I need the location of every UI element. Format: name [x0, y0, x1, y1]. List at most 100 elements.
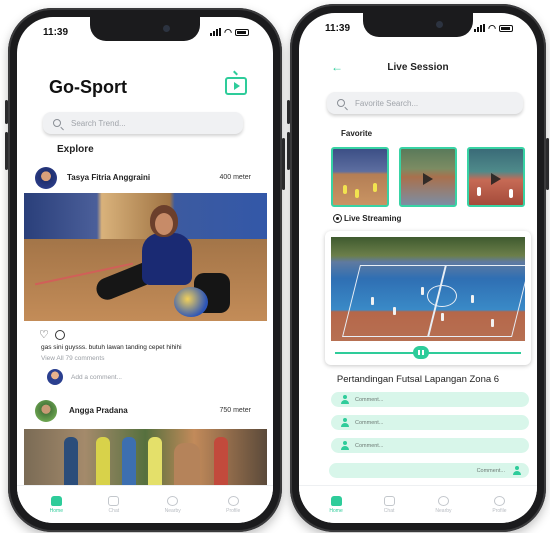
volume-down-button [5, 132, 8, 170]
favorite-thumbnail[interactable] [399, 147, 457, 207]
search-input[interactable]: Favorite Search... [327, 92, 523, 114]
comment-text: Comment... [476, 467, 505, 474]
add-comment-placeholder: Add a comment... [71, 373, 122, 381]
play-icon [491, 173, 501, 185]
favorite-label: Favorite [341, 129, 373, 138]
user-icon [341, 441, 349, 450]
profile-icon [493, 495, 505, 506]
tab-label: Nearby [164, 507, 181, 514]
tab-nearby[interactable]: Nearby [435, 495, 452, 514]
left-screen: 11:39 ◠ Go-Sport Search Trend... Explore… [17, 17, 273, 523]
live-streaming-label: Live Streaming [333, 214, 401, 223]
tab-label: Profile [226, 507, 241, 514]
tab-home[interactable]: Home [49, 495, 63, 514]
screen-title: Live Session [387, 62, 449, 73]
tab-label: Nearby [435, 507, 452, 514]
live-video-player[interactable] [331, 237, 525, 341]
battery-icon [235, 28, 249, 36]
tab-label: Chat [108, 507, 120, 514]
notch [90, 17, 200, 41]
search-icon [337, 99, 345, 107]
section-title: Explore [57, 144, 94, 155]
view-all-comments-link[interactable]: View All 79 comments [41, 355, 104, 362]
post-header: Angga Pradana 750 meter [35, 400, 257, 424]
front-camera [163, 25, 170, 32]
user-icon [341, 395, 349, 404]
comment-text: Comment... [355, 396, 384, 403]
tab-bar: Home Chat Nearby Profile [17, 485, 273, 523]
post-distance: 750 meter [219, 407, 251, 414]
comment-item: Comment... [331, 415, 529, 430]
search-placeholder: Favorite Search... [355, 98, 419, 108]
add-comment-field[interactable]: Add a comment... [47, 368, 122, 386]
avatar[interactable] [35, 167, 57, 189]
user-icon [341, 418, 349, 427]
comment-item: Comment... [331, 438, 529, 453]
tab-nearby[interactable]: Nearby [164, 495, 181, 514]
post-photo[interactable] [24, 193, 267, 321]
search-icon [53, 119, 61, 127]
tab-label: Profile [492, 507, 507, 514]
post-caption: gas sini guysss. butuh lawan tanding cep… [41, 344, 182, 351]
pause-button[interactable] [413, 346, 429, 359]
battery-icon [499, 24, 513, 32]
signal-icon [210, 28, 222, 36]
tab-home[interactable]: Home [329, 495, 343, 514]
favorite-thumbnail[interactable] [467, 147, 525, 207]
tab-chat[interactable]: Chat [108, 495, 120, 514]
live-video-card [325, 231, 531, 365]
comment-text: Comment... [355, 419, 384, 426]
front-camera [436, 21, 443, 28]
status-time: 11:39 [43, 27, 69, 38]
tab-profile[interactable]: Profile [492, 495, 507, 514]
tab-label: Chat [383, 507, 395, 514]
power-button [546, 138, 549, 190]
status-time: 11:39 [325, 23, 351, 34]
right-phone-frame: 11:39 ◠ ← Live Session Favorite Search..… [287, 4, 549, 532]
wifi-icon: ◠ [488, 23, 496, 33]
broadcast-icon [333, 214, 342, 223]
post-actions: ♡ [39, 330, 65, 341]
power-button [282, 138, 285, 190]
favorite-thumbnail[interactable] [331, 147, 389, 207]
wifi-icon: ◠ [224, 27, 232, 37]
post-username[interactable]: Angga Pradana [69, 406, 128, 415]
avatar[interactable] [35, 400, 57, 422]
comment-item: Comment... [331, 392, 529, 407]
volume-up-button [287, 100, 290, 124]
chat-bubble-icon[interactable] [55, 330, 65, 340]
post-header: Tasya Fitria Anggraini 400 meter [35, 167, 257, 191]
search-placeholder: Search Trend... [71, 118, 126, 128]
right-screen: 11:39 ◠ ← Live Session Favorite Search..… [299, 13, 537, 523]
play-icon [423, 173, 433, 185]
my-comment-input[interactable]: Comment... [329, 463, 529, 478]
notch [363, 13, 473, 37]
nearby-pin-icon [167, 495, 179, 506]
comment-text: Comment... [355, 442, 384, 449]
post-distance: 400 meter [219, 174, 251, 181]
tab-chat[interactable]: Chat [383, 495, 395, 514]
left-phone-frame: 11:39 ◠ Go-Sport Search Trend... Explore… [5, 8, 285, 532]
tab-profile[interactable]: Profile [226, 495, 241, 514]
live-streaming-text: Live Streaming [344, 214, 402, 223]
tab-label: Home [329, 507, 343, 514]
home-icon [330, 495, 342, 506]
post-username[interactable]: Tasya Fitria Anggraini [67, 173, 150, 182]
tab-label: Home [49, 507, 63, 514]
chat-icon [108, 495, 120, 506]
tv-play-icon[interactable] [225, 77, 247, 95]
profile-icon [227, 495, 239, 506]
tab-bar: Home Chat Nearby Profile [299, 485, 537, 523]
avatar [47, 369, 63, 385]
chat-icon [383, 495, 395, 506]
user-icon [513, 466, 521, 475]
search-input[interactable]: Search Trend... [43, 112, 243, 134]
nearby-pin-icon [437, 495, 449, 506]
match-title: Pertandingan Futsal Lapangan Zona 6 [336, 374, 500, 385]
signal-icon [474, 24, 486, 32]
heart-icon[interactable]: ♡ [39, 330, 50, 341]
home-icon [50, 495, 62, 506]
app-title: Go-Sport [49, 77, 127, 97]
volume-down-button [287, 132, 290, 170]
volume-up-button [5, 100, 8, 124]
